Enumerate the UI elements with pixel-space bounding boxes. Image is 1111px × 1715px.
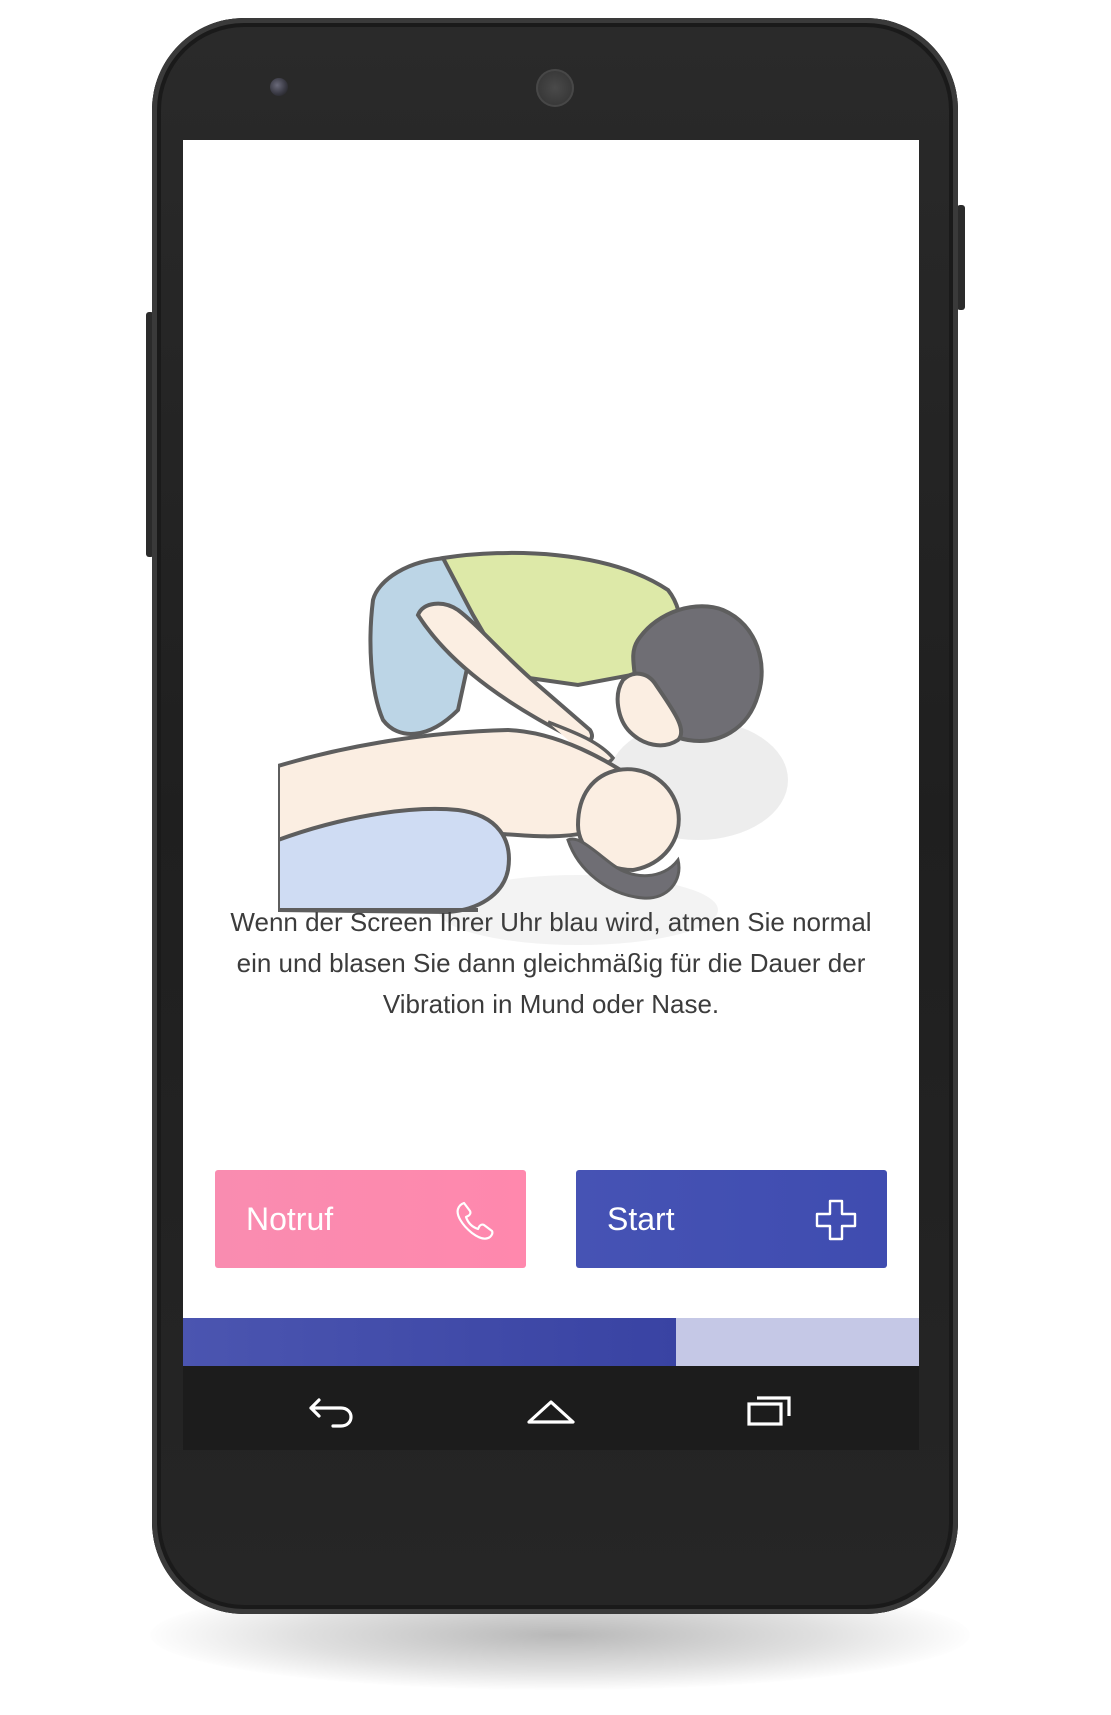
- power-button: [957, 205, 965, 310]
- back-icon[interactable]: [301, 1386, 361, 1430]
- home-icon[interactable]: [521, 1386, 581, 1430]
- app-screen: Wenn der Screen Ihrer Uhr blau wird, atm…: [183, 140, 919, 1366]
- progress-fill: [183, 1318, 677, 1366]
- speaker-icon: [536, 69, 574, 107]
- recents-icon[interactable]: [739, 1386, 799, 1430]
- instruction-text: Wenn der Screen Ihrer Uhr blau wird, atm…: [230, 907, 872, 1019]
- start-label: Start: [607, 1200, 675, 1237]
- front-camera-icon: [270, 78, 288, 96]
- phone-icon: [456, 1201, 494, 1240]
- notruf-button[interactable]: Notruf: [215, 1170, 526, 1268]
- android-nav-bar: [183, 1366, 919, 1450]
- start-button[interactable]: Start: [576, 1170, 887, 1268]
- device-mockup: Wenn der Screen Ihrer Uhr blau wird, atm…: [0, 0, 1111, 1715]
- progress-bar: [183, 1318, 919, 1366]
- notruf-label: Notruf: [246, 1200, 334, 1237]
- plus-icon: [815, 1199, 857, 1241]
